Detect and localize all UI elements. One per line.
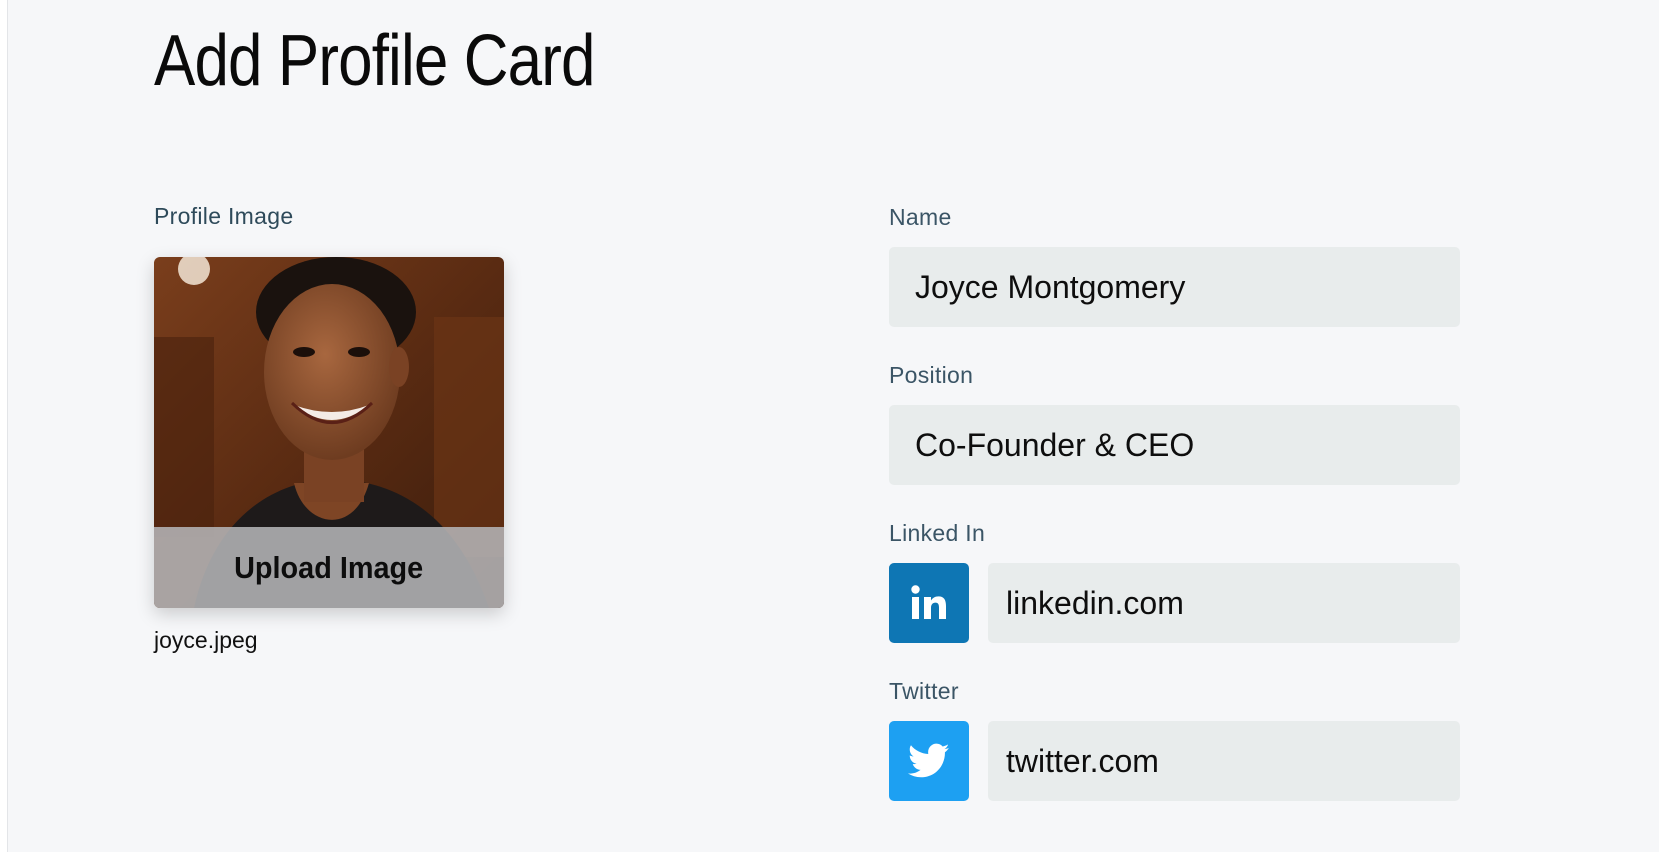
upload-image-label: Upload Image <box>234 549 424 585</box>
form-panel: Add Profile Card Profile Image Upload Im… <box>7 0 1659 852</box>
upload-image-button[interactable]: Upload Image <box>154 527 504 608</box>
linkedin-icon <box>889 563 969 643</box>
twitter-input[interactable] <box>988 721 1460 801</box>
uploaded-filename: joyce.jpeg <box>154 627 258 653</box>
name-label: Name <box>889 204 952 230</box>
twitter-label: Twitter <box>889 678 959 704</box>
position-label: Position <box>889 362 974 388</box>
position-input[interactable] <box>889 405 1460 485</box>
linkedin-input[interactable] <box>988 563 1460 643</box>
twitter-icon <box>889 721 969 801</box>
profile-image-label: Profile Image <box>154 203 294 229</box>
linkedin-label: Linked In <box>889 520 986 546</box>
name-input[interactable] <box>889 247 1460 327</box>
page-title: Add Profile Card <box>154 21 595 101</box>
profile-image-upload[interactable]: Upload Image <box>154 257 504 608</box>
